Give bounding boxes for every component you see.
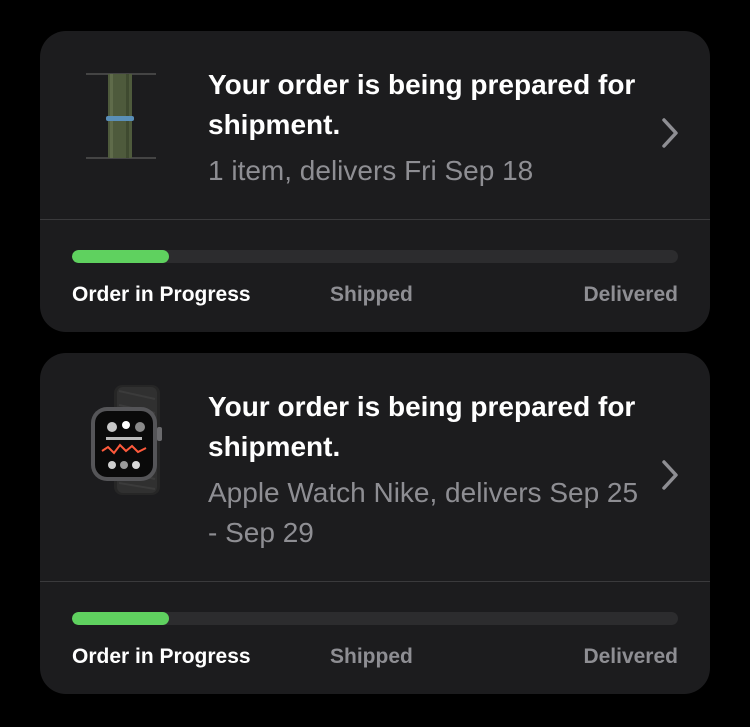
progress-fill <box>72 250 169 263</box>
chevron-right-icon[interactable] <box>660 116 680 150</box>
step-order-in-progress: Order in Progress <box>72 283 251 306</box>
order-status-title: Your order is being prepared for shipmen… <box>208 391 636 462</box>
chevron-right-icon[interactable] <box>660 458 680 492</box>
order-status-title: Your order is being prepared for shipmen… <box>208 69 636 140</box>
step-delivered: Delivered <box>583 283 678 306</box>
progress-steps: Order in Progress Shipped Delivered <box>72 645 678 675</box>
step-order-in-progress: Order in Progress <box>72 645 251 668</box>
sport-loop-band-image <box>86 73 156 159</box>
order-card[interactable]: Your order is being prepared for shipmen… <box>40 353 710 694</box>
progress-steps: Order in Progress Shipped Delivered <box>72 283 678 313</box>
step-shipped: Shipped <box>330 645 413 668</box>
step-delivered: Delivered <box>583 645 678 668</box>
apple-watch-nike-image <box>91 385 162 495</box>
order-progress: Order in Progress Shipped Delivered <box>40 582 710 675</box>
order-summary[interactable]: Your order is being prepared for shipmen… <box>40 31 710 219</box>
step-shipped: Shipped <box>330 283 413 306</box>
order-details: 1 item, delivers Fri Sep 18 <box>208 155 534 186</box>
progress-fill <box>72 612 169 625</box>
order-details: Apple Watch Nike, delivers Sep 25 - Sep … <box>208 477 639 548</box>
progress-track <box>72 250 678 263</box>
order-progress: Order in Progress Shipped Delivered <box>40 220 710 313</box>
order-summary[interactable]: Your order is being prepared for shipmen… <box>40 353 710 581</box>
order-card[interactable]: Your order is being prepared for shipmen… <box>40 31 710 332</box>
progress-track <box>72 612 678 625</box>
